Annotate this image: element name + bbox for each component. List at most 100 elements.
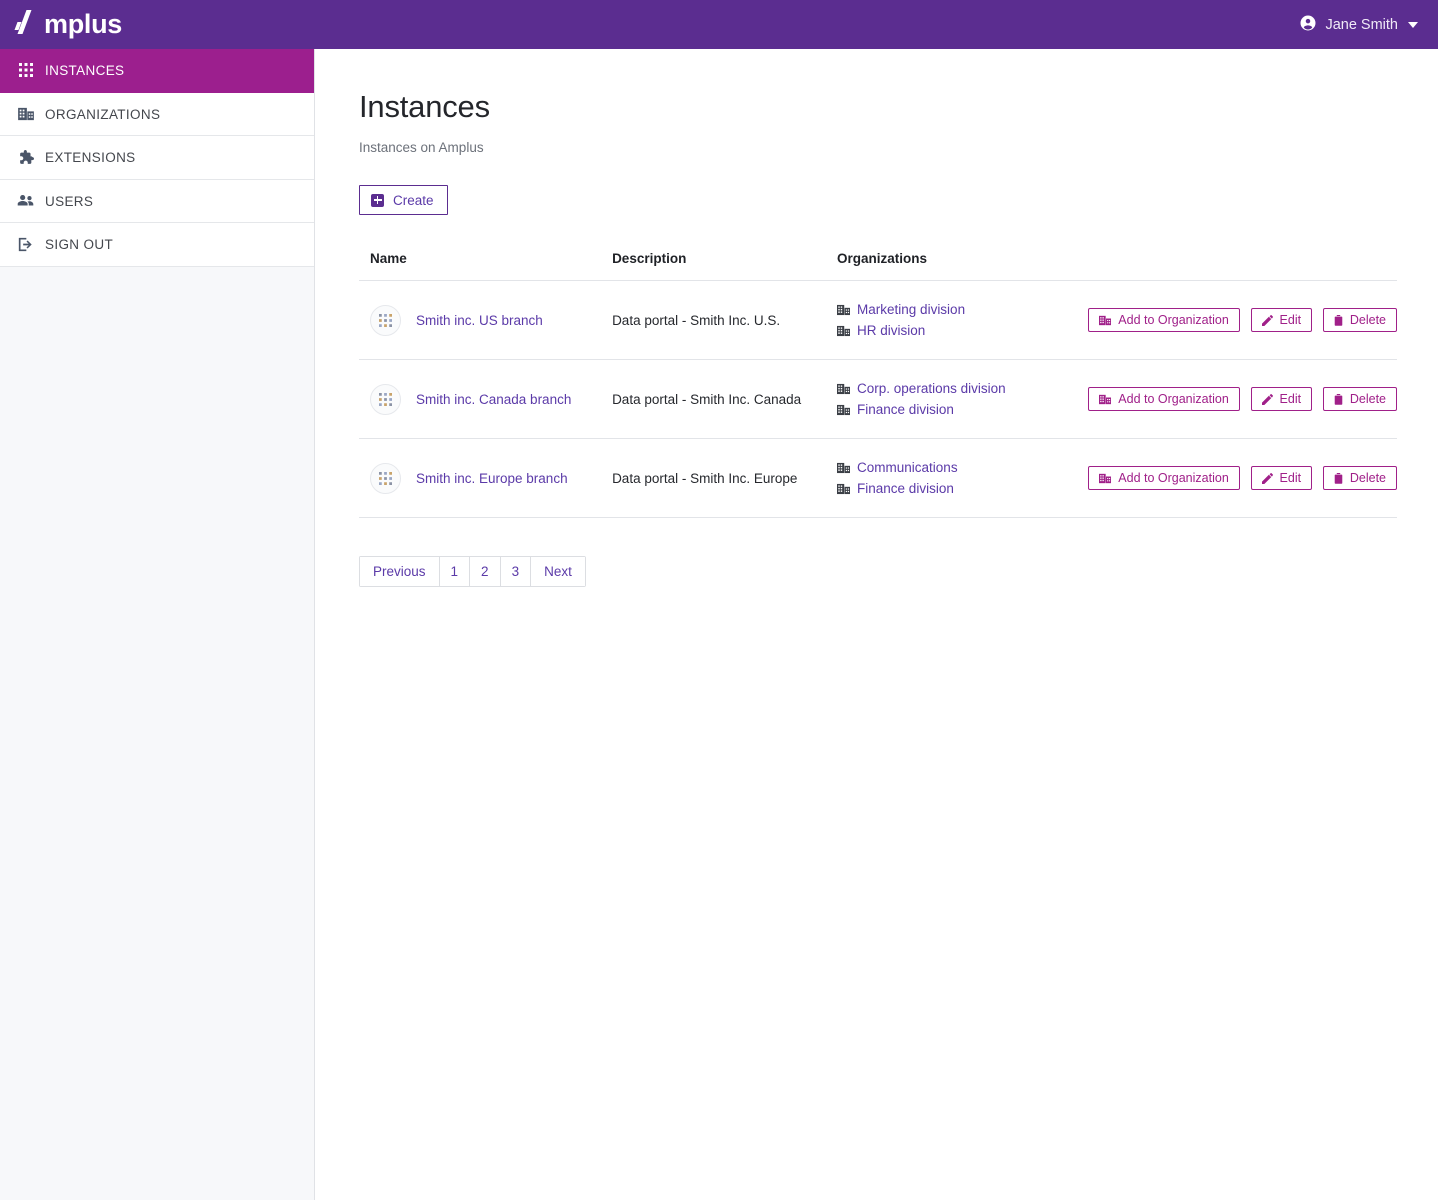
pagination-page-2[interactable]: 2 <box>469 556 500 588</box>
organization-icon <box>1099 473 1112 484</box>
pencil-icon <box>1261 393 1273 405</box>
sidebar-item-label: INSTANCES <box>45 63 125 78</box>
cell-organizations: Communications Finance division <box>837 438 1082 519</box>
chevron-down-icon <box>1408 21 1418 28</box>
user-name-label: Jane Smith <box>1325 16 1398 33</box>
cell-name: Smith inc. US branch <box>359 280 613 361</box>
edit-label: Edit <box>1279 392 1302 407</box>
sign-out-icon <box>17 236 34 253</box>
sidebar-item-organizations[interactable]: ORGANIZATIONS <box>0 92 314 136</box>
grid-icon <box>17 62 34 79</box>
delete-button[interactable]: Delete <box>1322 308 1397 333</box>
page-subtitle: Instances on Amplus <box>359 140 484 156</box>
table-row: Smith inc. Canada branch Data portal - S… <box>359 359 1397 440</box>
organization-icon <box>837 403 851 416</box>
pencil-icon <box>1261 314 1273 326</box>
column-header-name: Name <box>359 251 613 282</box>
organization-icon <box>837 324 851 337</box>
brand-logo[interactable]: mplus <box>0 10 122 40</box>
organization-link[interactable]: Corp. operations division <box>857 378 1006 399</box>
pagination-previous[interactable]: Previous <box>359 556 439 588</box>
sidebar-item-label: USERS <box>45 193 94 209</box>
edit-button[interactable]: Edit <box>1250 308 1313 333</box>
column-header-organizations: Organizations <box>837 251 1082 282</box>
pagination-page-1[interactable]: 1 <box>438 556 470 588</box>
sidebar-item-extensions[interactable]: EXTENSIONS <box>0 136 314 180</box>
organization-icon <box>837 482 851 495</box>
sidebar-item-instances[interactable]: INSTANCES <box>0 49 314 93</box>
cell-organizations: Marketing division HR division <box>837 280 1082 361</box>
main-content: Instances Instances on Amplus Create Nam… <box>315 49 1438 588</box>
add-to-organization-label: Add to Organization <box>1118 471 1229 486</box>
delete-button[interactable]: Delete <box>1322 466 1397 491</box>
account-circle-icon <box>1299 14 1317 36</box>
plus-icon <box>371 193 384 207</box>
sidebar-item-label: EXTENSIONS <box>45 150 136 165</box>
instance-name-link[interactable]: Smith inc. Canada branch <box>416 392 571 407</box>
sidebar-item-label: SIGN OUT <box>45 237 114 252</box>
organization-icon <box>1099 315 1112 326</box>
sidebar-item-sign-out[interactable]: SIGN OUT <box>0 223 314 267</box>
organization-link[interactable]: HR division <box>857 320 925 341</box>
pagination-next[interactable]: Next <box>530 556 586 588</box>
table-row: Smith inc. US branch Data portal - Smith… <box>359 280 1397 361</box>
delete-label: Delete <box>1349 392 1386 407</box>
edit-button[interactable]: Edit <box>1250 466 1313 491</box>
people-icon <box>17 192 34 209</box>
top-bar: mplus Jane Smith <box>0 0 1438 49</box>
user-menu[interactable]: Jane Smith <box>1299 14 1438 36</box>
cell-name: Smith inc. Canada branch <box>359 359 613 440</box>
brand-name: mplus <box>44 9 123 39</box>
organization-icon <box>837 461 851 474</box>
app-root: mplus Jane Smith INSTANCES ORGANIZATIONS… <box>0 0 1438 1200</box>
instance-name-link[interactable]: Smith inc. US branch <box>416 313 543 328</box>
organization-icon <box>837 382 851 395</box>
amplus-a-mark-icon <box>13 8 43 41</box>
create-button-label: Create <box>393 192 434 208</box>
cell-actions: Add to Organization Edit Delete <box>1081 438 1397 519</box>
add-to-organization-button[interactable]: Add to Organization <box>1088 387 1240 412</box>
pencil-icon <box>1261 472 1273 484</box>
organization-link[interactable]: Communications <box>857 457 958 478</box>
cell-actions: Add to Organization Edit Delete <box>1081 280 1397 361</box>
organization-link[interactable]: Finance division <box>857 399 954 420</box>
column-header-description: Description <box>612 251 838 282</box>
add-to-organization-button[interactable]: Add to Organization <box>1088 466 1240 491</box>
organization-icon <box>1099 394 1112 405</box>
page-title: Instances <box>359 89 490 124</box>
organization-link[interactable]: Finance division <box>857 478 954 499</box>
organization-icon <box>17 105 34 122</box>
instance-grid-icon <box>370 304 401 336</box>
sidebar-item-label: ORGANIZATIONS <box>45 106 161 122</box>
add-to-organization-label: Add to Organization <box>1118 392 1229 407</box>
trash-icon <box>1334 393 1343 405</box>
trash-icon <box>1334 314 1343 326</box>
organization-link[interactable]: Marketing division <box>857 299 965 320</box>
table-row: Smith inc. Europe branch Data portal - S… <box>359 438 1397 519</box>
column-header-actions <box>1081 251 1397 282</box>
instance-grid-icon <box>370 462 401 494</box>
add-to-organization-button[interactable]: Add to Organization <box>1088 308 1240 333</box>
sidebar-item-users[interactable]: USERS <box>0 179 314 223</box>
instance-grid-icon <box>370 383 401 415</box>
cell-description: Data portal - Smith Inc. Canada <box>612 359 838 440</box>
trash-icon <box>1334 472 1343 484</box>
add-to-organization-label: Add to Organization <box>1118 313 1229 328</box>
sidebar: INSTANCES ORGANIZATIONS EXTENSIONS USERS… <box>0 49 315 1200</box>
instance-name-link[interactable]: Smith inc. Europe branch <box>416 471 568 486</box>
organization-icon <box>837 303 851 316</box>
table-header-row: Name Description Organizations <box>359 251 1397 282</box>
delete-button[interactable]: Delete <box>1322 387 1397 412</box>
edit-button[interactable]: Edit <box>1250 387 1313 412</box>
instances-table: Name Description Organizations Smith inc… <box>359 251 1397 519</box>
edit-label: Edit <box>1279 313 1302 328</box>
cell-name: Smith inc. Europe branch <box>359 438 613 519</box>
create-button[interactable]: Create <box>359 185 448 216</box>
cell-organizations: Corp. operations division Finance divisi… <box>837 359 1082 440</box>
cell-actions: Add to Organization Edit Delete <box>1081 359 1397 440</box>
pagination: Previous 1 2 3 Next <box>359 556 586 588</box>
cell-description: Data portal - Smith Inc. U.S. <box>612 280 838 361</box>
edit-label: Edit <box>1279 471 1302 486</box>
delete-label: Delete <box>1349 313 1386 328</box>
pagination-page-3[interactable]: 3 <box>499 556 531 588</box>
